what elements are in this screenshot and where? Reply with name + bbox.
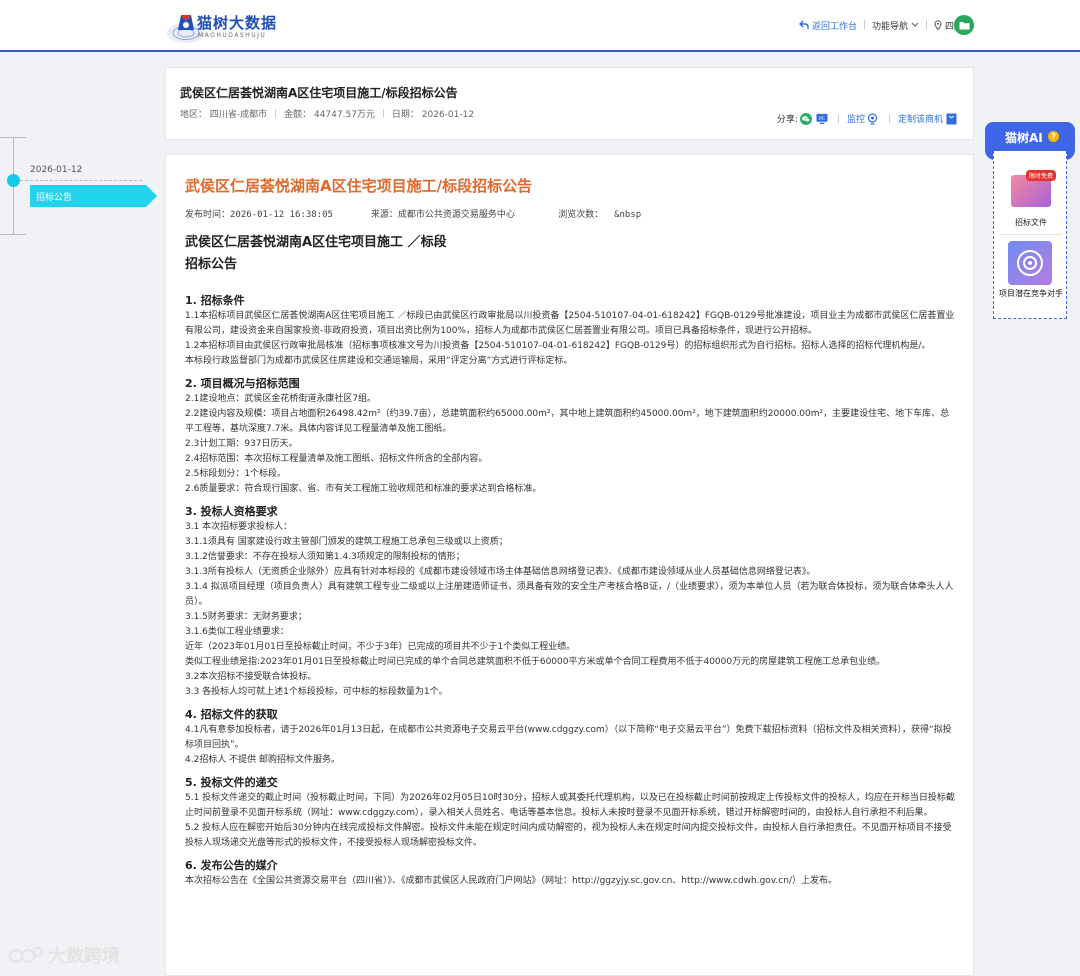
user-app-icon[interactable] [954,15,974,35]
section-paragraph: 2.2建设内容及规模：项目占地面积26498.42m²（约39.7亩），总建筑面… [185,409,950,434]
section-title: 6. 发布公告的媒介 [185,859,278,872]
section-paragraph: 3.2本次招标不接受联合体投标。 [185,672,317,682]
share-label: 分享: [776,115,798,125]
notice-content-card: 武侯区仁居荟悦湖南A区住宅项目施工/标段招标公告 发布时间：2026-01-12… [165,154,974,976]
section-paragraph: 2.4招标范围：本次招标工程量清单及施工图纸、招标文件所含的全部内容。 [185,454,488,464]
pc-share-icon[interactable]: PC [816,113,828,125]
section-title: 4. 招标文件的获取 [185,708,278,721]
brand-name: 猫树大数据 [197,14,278,32]
section-paragraph: 3.1.1须具有 国家建设行政主管部门颁发的建筑工程施工总承包三级或以上资质； [185,537,508,547]
ai-panel-divider [1000,234,1062,235]
notice-body: 1. 招标条件 1.1本招标项目武侯区仁居荟悦湖南A区住宅项目施工 ／标段已由武侯… [185,293,957,889]
section-paragraph: 本次招标公告在《全国公共资源交易平台（四川省）》、《成都市武侯区人民政府门户网站… [185,876,837,886]
timeline-cap-bottom [0,234,26,235]
competitor-label[interactable]: 项目潜在竞争对手 [994,289,1068,299]
section-paragraph: 近年（2023年01月01日至投标截止时间，不少于3年）已完成的项目共不少于1个… [185,642,576,652]
section-paragraph: 5.2 投标人应在解密开始后30分钟内在线完成投标文件解密。投标文件未能在规定时… [185,823,952,848]
section-title: 2. 项目概况与招标范围 [185,377,300,390]
section-paragraph: 1.1本招标项目武侯区仁居荟悦湖南A区住宅项目施工 ／标段已由武侯区行政审批局以… [185,311,955,336]
watermark-logo-icon [9,947,43,963]
section-paragraph: 3.1.4 拟派项目经理（项目负责人）具有建筑工程专业二级或以上注册建造师证书，… [185,582,954,607]
notice-meta: 发布时间：2026-01-12 16:38:05 来源：成都市公共资源交易服务中… [185,210,642,220]
timeline-tag-bid-notice[interactable]: 招标公告 [30,185,157,207]
monitor-icon[interactable] [867,112,879,125]
top-nav: 返回工作台 功能导航 四川 [798,16,974,34]
project-title: 武侯区仁居荟悦湖南A区住宅项目施工/标段招标公告 [180,86,458,100]
back-arrow-icon [798,20,809,29]
section-paragraph: 3.1.3所有投标人（无资质企业除外）应具有针对本标段的《成都市建设领域市场主体… [185,567,816,577]
bid-document-label[interactable]: 招标文件 [994,217,1068,228]
section-title: 3. 投标人资格要求 [185,505,278,518]
ai-panel-title: 猫树AI [1005,131,1043,145]
section-paragraph: 4.1凡有意参加投标者，请于2026年01月13日起，在成都市公共资源电子交易云… [185,725,952,750]
wechat-share-icon[interactable] [799,112,812,125]
section-paragraph: 3.3 各投标人均可就上述1个标段投标，可中标的标段数量为1个。 [185,687,448,697]
section-title: 5. 投标文件的递交 [185,776,278,789]
back-label: 返回工作台 [811,21,857,32]
section-title: 1. 招标条件 [185,294,245,307]
folder-icon [959,21,969,29]
project-date: 日期： 2026-01-12 [391,110,475,120]
monitor-link[interactable]: 监控 [847,112,865,125]
ai-assistant-panel: 猫树AI ? 限时免费 招标文件 项目潜在竞争对手 [985,122,1075,319]
timeline-connector [20,180,142,181]
section-paragraph: 2.1建设地点：武侯区金花桥街道永康社区7组。 [185,394,377,404]
project-meta: 地区： 四川省-成都市 金额： 44747.57万元 日期： 2026-01-1… [180,107,474,120]
timeline-date: 2026-01-12 [30,165,83,175]
project-summary-card: 武侯区仁居荟悦湖南A区住宅项目施工/标段招标公告 地区： 四川省-成都市 金额：… [165,67,974,140]
watermark-text: 大数跨境 [48,946,120,967]
competitor-target-icon[interactable] [1008,241,1052,285]
free-badge: 限时免费 [1026,170,1057,181]
section-paragraph: 5.1 投标文件递交的截止时间（投标截止时间，下同）为2026年02月05日10… [185,793,955,818]
section-paragraph: 2.6质量要求：符合现行国家、省、市有关工程施工验收规范和标准的要求达到合格标准… [185,484,542,494]
section-paragraph: 3.1 本次招标要求投标人： [185,522,293,532]
watermark: 大数跨境 [8,942,120,968]
function-nav-dropdown[interactable]: 功能导航 [872,19,919,32]
project-region: 地区： 四川省-成都市 [180,110,268,120]
project-amount: 金额： 44747.57万元 [284,110,375,120]
section-paragraph: 2.5标段划分：1个标段。 [185,469,287,479]
chevron-down-icon [911,22,919,27]
bookmark-icon[interactable] [945,113,957,125]
notice-heading: 武侯区仁居荟悦湖南A区住宅项目施工 ／标段 [185,235,447,250]
section-paragraph: 3.1.2信誉要求：不存在投标人须知第1.4.3项规定的限制投标的情形； [185,552,465,562]
section-paragraph: 本标段行政监督部门为成都市武侯区住房建设和交通运输局，采用“评定分离”方式进行评… [185,356,573,366]
back-to-workbench-link[interactable]: 返回工作台 [798,19,857,32]
svg-text:PC: PC [819,115,825,121]
help-icon[interactable]: ? [1048,131,1059,142]
location-pin-icon [934,20,942,30]
share-toolbar: 分享: PC 监控 定制该商机 [777,112,959,125]
section-paragraph: 1.2本招标项目由武侯区行政审批局核准（招标事项核准文号为川投资备【2504-5… [185,341,931,351]
timeline-tag-label: 招标公告 [36,193,73,203]
top-header: 猫树大数据 MAOHUDASHUJU 返回工作台 功能导航 四川 [0,0,1080,52]
timeline-dot [7,174,20,187]
function-nav-label: 功能导航 [871,21,908,32]
section-paragraph: 类似工程业绩是指:2023年01月01日至投标截止时间已完成的单个合同总建筑面积… [185,657,886,667]
notice-subheading: 招标公告 [185,257,238,272]
ai-panel-body: 限时免费 招标文件 项目潜在竞争对手 [993,151,1067,319]
notice-title: 武侯区仁居荟悦湖南A区住宅项目施工/标段招标公告 [185,177,533,195]
section-paragraph: 3.1.6类似工程业绩要求： [185,627,289,637]
section-paragraph: 2.3计划工期：937日历天。 [185,439,298,449]
brand-subtitle: MAOHUDASHUJU [198,32,267,39]
section-paragraph: 3.1.5财务要求：无财务要求； [185,612,307,622]
subscribe-opportunity-link[interactable]: 定制该商机 [898,112,943,125]
section-paragraph: 4.2招标人 不提供 邮购招标文件服务。 [185,755,341,765]
